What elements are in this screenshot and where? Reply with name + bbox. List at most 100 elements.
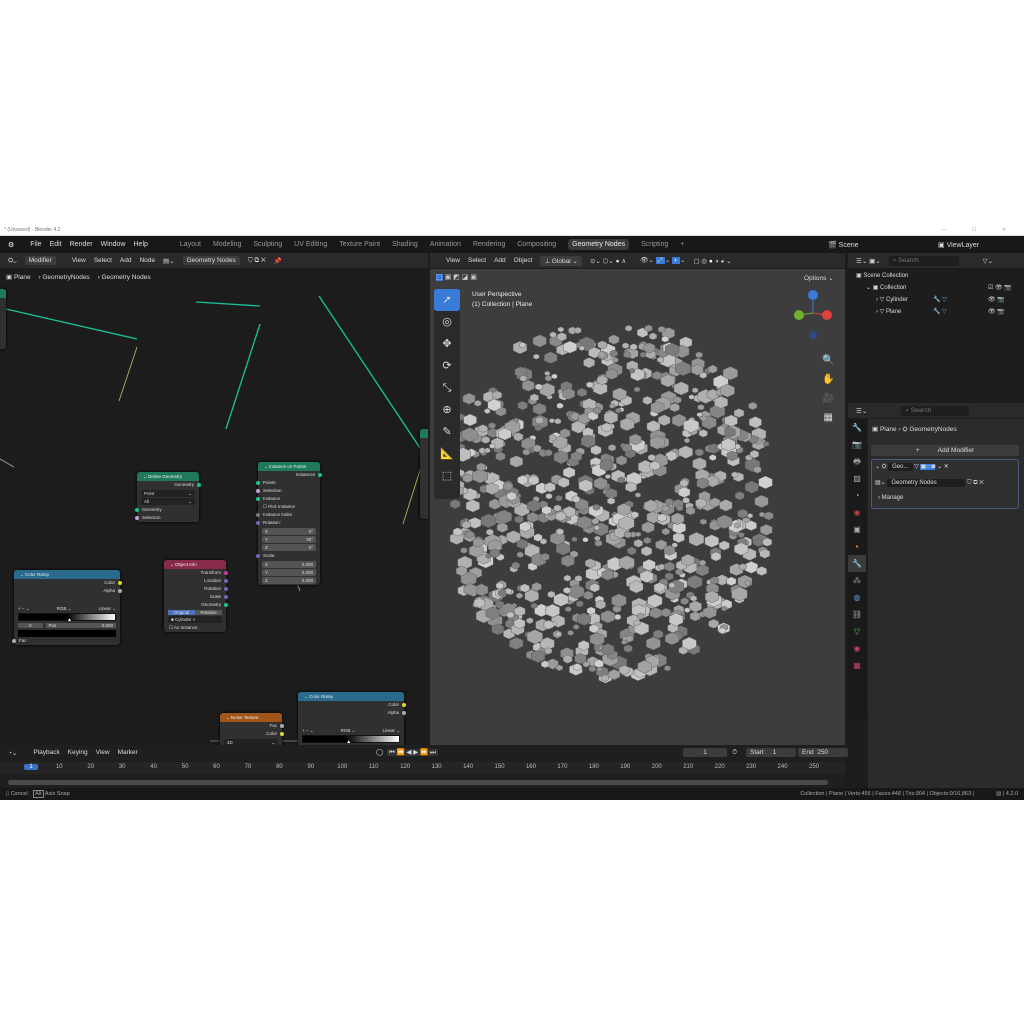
socket-dot[interactable] — [256, 554, 260, 558]
texture-tab-icon[interactable]: ▦ — [848, 657, 866, 674]
select-tool-icon[interactable]: ➚ — [434, 289, 460, 311]
socket-dot[interactable] — [224, 603, 228, 607]
checkbox[interactable]: ☐ As Instance — [164, 624, 226, 632]
viewport-menu-object[interactable]: Object — [514, 257, 533, 264]
options-dropdown[interactable]: Options ⌄ — [800, 273, 838, 283]
group-output-node[interactable] — [420, 429, 428, 519]
end-frame-field[interactable]: End 250 — [798, 748, 848, 757]
view-layer-tab-icon[interactable]: ▧ — [848, 470, 866, 487]
node-header[interactable]: ⌄ Instance on Points — [258, 462, 320, 471]
add-modifier-button[interactable]: + Add Modifier — [871, 445, 1019, 456]
tab-shading[interactable]: Shading — [392, 241, 418, 248]
tab-sculpting[interactable]: Sculpting — [253, 241, 282, 248]
menu-help[interactable]: Help — [134, 241, 148, 248]
menu-render[interactable]: Render — [70, 241, 93, 248]
tool-tab-icon[interactable]: 🔧 — [848, 419, 866, 436]
visibility-toggles[interactable]: ☑ 👁 📷 — [988, 284, 1012, 291]
menu-file[interactable]: File — [30, 241, 41, 248]
scale-tool-icon[interactable]: ⤡ — [434, 377, 460, 399]
node-editor[interactable]: ▣ Plane › GeometryNodes › Geometry Nodes… — [0, 269, 428, 745]
color-ramp-widget[interactable]: + − ⌄RGB ⌄Linear ⌄▲1Pos0.518 — [298, 727, 404, 745]
timeline-menu-playback[interactable]: Playback — [33, 749, 59, 756]
modifier-tab-icon[interactable]: 🔧 — [848, 555, 866, 572]
move-tool-icon[interactable]: ✥ — [434, 333, 460, 355]
output-tab-icon[interactable]: 🖶 — [848, 453, 866, 470]
viewport-menu-add[interactable]: Add — [494, 257, 506, 264]
annotate-tool-icon[interactable]: ✎ — [434, 421, 460, 443]
visibility-toggles[interactable]: 👁 📷 — [988, 308, 1005, 315]
socket-dot[interactable] — [256, 497, 260, 501]
current-frame-field[interactable]: 1 — [683, 748, 727, 757]
modifier-node-group-field[interactable]: Geometry Nodes — [887, 479, 966, 487]
gradient-bar[interactable]: ▲ — [302, 735, 400, 745]
tab-modeling[interactable]: Modeling — [213, 241, 241, 248]
menu-edit[interactable]: Edit — [50, 241, 62, 248]
node-header[interactable]: ⌄ Object Info — [164, 560, 226, 569]
editor-type-clock-icon[interactable]: ◔⌄ — [8, 749, 17, 757]
selection-mode-icons[interactable]: ⬚ ▣ ◩ ◪ ▣ — [436, 273, 477, 281]
timeline-menu-keying[interactable]: Keying — [68, 749, 88, 756]
properties-tabs[interactable]: 🔧 📷 🖶 ▧ ◔ ◉ ▣ ▪ 🔧 ⁂ ◍ ⛓ ▽ ◉ ▦ — [848, 419, 866, 719]
stopwatch-icon[interactable]: ⏱ — [732, 749, 737, 757]
zoom-icon[interactable]: 🔍 — [822, 351, 834, 370]
start-frame-field[interactable]: Start 1 — [746, 748, 796, 757]
outliner-item-plane[interactable]: › ▽ Plane — [876, 308, 901, 315]
number-field[interactable]: X 0.300 — [262, 561, 316, 568]
socket-dot[interactable] — [256, 489, 260, 493]
pivot-icon[interactable]: ⊙⌄ ⬡⌄ ● ∧ — [590, 257, 626, 265]
noise-texture-node[interactable]: ⌄ Noise TextureFacColor4D⌄fBM⌄☑ Normaliz… — [220, 713, 284, 745]
tab-geometry-nodes[interactable]: Geometry Nodes — [568, 239, 630, 250]
tab-uv-editing[interactable]: UV Editing — [294, 241, 327, 248]
toggle-relative[interactable]: Relative — [195, 610, 222, 615]
tab--[interactable]: + — [680, 241, 684, 248]
orientation-dropdown[interactable]: ⊥ Global ⌄ — [540, 255, 582, 266]
timeline-scrollbar[interactable] — [8, 780, 828, 785]
frame-ruler[interactable]: 1 10 20 30 40 50 60 70 80 90 100 110 120 130 140 150 160… — [0, 762, 845, 774]
viewport-menu-view[interactable]: View — [446, 257, 460, 264]
stop-index[interactable]: 0 — [18, 623, 43, 628]
3d-viewport[interactable]: ⬚ ▣ ◩ ◪ ▣ User Perspective (1) Collectio… — [430, 269, 845, 745]
material-tab-icon[interactable]: ◉ — [848, 640, 866, 657]
tab-texture-paint[interactable]: Texture Paint — [339, 241, 380, 248]
number-field[interactable]: Z 0° — [262, 544, 316, 551]
socket-dot[interactable] — [135, 516, 139, 520]
playback-controls[interactable]: ◯ ⏮ ⏪ ◀ ▶ ⏩ ⏭ — [376, 748, 438, 757]
socket-dot[interactable] — [280, 732, 284, 736]
toggle-original[interactable]: Original — [168, 610, 195, 615]
number-field[interactable]: Z 0.300 — [262, 577, 316, 584]
interpolation-dropdown[interactable]: Linear ⌄ — [98, 605, 116, 613]
window-controls[interactable]: — ☐ ✕ — [942, 225, 1018, 236]
data-tab-icon[interactable]: ▽ — [848, 623, 866, 640]
socket-dot[interactable] — [318, 473, 322, 477]
display-mode-icon[interactable]: ☰⌄ ▣⌄ — [856, 257, 881, 265]
number-field[interactable]: X 0° — [262, 528, 316, 535]
object-field[interactable]: ■ Cylinder × — [168, 616, 222, 623]
node-menu-node[interactable]: Node — [139, 257, 155, 264]
timeline-menu-view[interactable]: View — [96, 749, 110, 756]
color-ramp-widget[interactable]: + − ⌄ RGB ⌄ Linear ⌄ ▲ 0 Pos 0.500 — [14, 605, 120, 637]
color-ramp-2-node[interactable]: ⌄ Color Ramp Color Alpha + − ⌄ RGB ⌄ Linear ⌄… — [298, 692, 406, 745]
stop-position[interactable]: Pos 0.500 — [45, 623, 116, 628]
manage-subpanel[interactable]: › Manage — [878, 495, 903, 501]
node-group-field[interactable]: Geometry Nodes — [182, 256, 240, 265]
node-menu-add[interactable]: Add — [120, 257, 132, 264]
socket-dot[interactable] — [402, 711, 406, 715]
cursor-tool-icon[interactable]: ◎ — [434, 311, 460, 333]
stop-color-swatch[interactable] — [18, 630, 116, 637]
scene-selector[interactable]: 🎬 Scene — [828, 241, 859, 249]
interpolation-dropdown[interactable]: Linear ⌄ — [382, 727, 400, 735]
delete-geometry-node[interactable]: ⌄ Delete Geometry Geometry Point ⌄ All ⌄ Geome… — [135, 472, 201, 522]
socket-dot[interactable] — [12, 639, 16, 643]
mode-dropdown[interactable]: Modifier — [24, 256, 56, 265]
socket-dot[interactable] — [224, 571, 228, 575]
modifier-header[interactable]: ⌄ ⛭ Geo... ▽ ▣▭◙ ⌄ ✕ — [875, 463, 949, 471]
add-cube-tool-icon[interactable]: ⬚ — [434, 465, 460, 487]
socket-dot[interactable] — [256, 521, 260, 525]
pan-hand-icon[interactable]: ✋ — [822, 370, 834, 389]
fake-user-icon[interactable]: ⛉ ⧉ ✕ — [248, 257, 266, 265]
editor-type-icon[interactable]: ⛭⌄ — [8, 257, 17, 265]
timeline[interactable]: ◔⌄ Playback Keying View Marker ◯ ⏮ ⏪ ◀ ▶ ⏩ … — [0, 745, 848, 788]
viewlayer-selector[interactable]: ▣ ViewLayer — [938, 241, 979, 249]
timeline-menu-marker[interactable]: Marker — [118, 749, 138, 756]
dropdown[interactable]: Point ⌄ — [141, 490, 195, 497]
